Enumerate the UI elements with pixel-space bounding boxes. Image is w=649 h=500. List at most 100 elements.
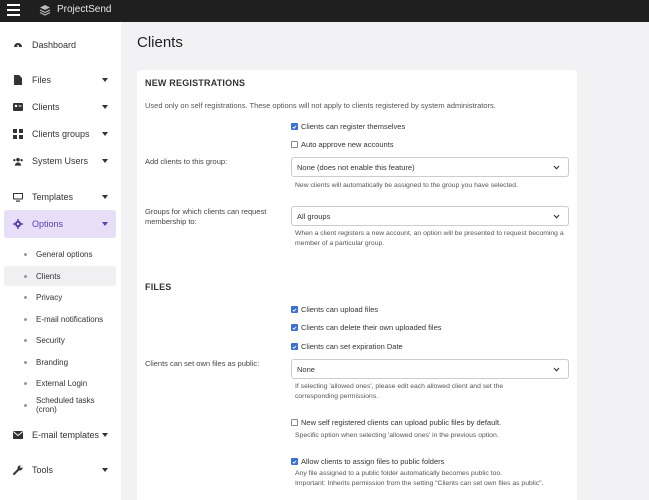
sidebar-subitem-label: External Login	[36, 378, 88, 388]
bullet-icon	[24, 252, 27, 256]
sidebar-item-label: Clients	[32, 102, 60, 112]
sidebar-subitem-email-notifications[interactable]: E-mail notifications	[4, 309, 116, 329]
chevron-down-icon	[102, 132, 108, 136]
bullet-icon	[24, 360, 27, 364]
gear-icon	[13, 219, 23, 229]
checkbox-label: Allow clients to assign files to public …	[301, 457, 445, 466]
sidebar-item-dashboard[interactable]: Dashboard	[4, 33, 116, 57]
sidebar-item-system-users[interactable]: System Users	[4, 149, 116, 173]
checkbox-label: Clients can set expiration Date	[301, 342, 403, 351]
sidebar-subitem-general-options[interactable]: General options	[4, 244, 116, 264]
select-value: None (does not enable this feature)	[297, 162, 415, 172]
help-new-clients-public-uploads: Specific option when selecting 'allowed …	[295, 432, 499, 439]
sidebar-subitem-scheduled-tasks[interactable]: Scheduled tasks (cron)	[4, 395, 116, 415]
top-bar: ProjectSend	[0, 0, 649, 22]
select-value: All groups	[297, 211, 331, 221]
section-title-new-registrations: NEW REGISTRATIONS	[145, 78, 246, 88]
chevron-down-icon	[553, 214, 560, 219]
sidebar-subitem-clients[interactable]: Clients	[4, 266, 116, 286]
select-request-membership[interactable]: All groups	[291, 206, 569, 226]
bullet-icon	[24, 317, 27, 321]
dashboard-icon	[13, 40, 23, 50]
sidebar-item-options[interactable]: Options	[4, 210, 116, 238]
sidebar-item-label: Tools	[32, 465, 54, 475]
sidebar-item-label: Dashboard	[32, 40, 77, 50]
help-assign-public-1: Any file assigned to a public folder aut…	[295, 470, 503, 477]
desktop-icon	[13, 192, 23, 202]
id-card-icon	[13, 102, 23, 112]
checkbox-checked-icon[interactable]	[291, 324, 298, 331]
select-add-clients-group[interactable]: None (does not enable this feature)	[291, 157, 569, 177]
checkbox-checked-icon[interactable]	[291, 343, 298, 350]
chevron-down-icon	[102, 105, 108, 109]
sidebar-item-label: Options	[32, 219, 64, 229]
file-icon	[13, 75, 23, 85]
sidebar-subitem-label: Security	[36, 335, 65, 345]
sidebar-item-label: E-mail templates	[32, 430, 100, 440]
help-assign-public-2: Important: Inherits permission from the …	[295, 480, 544, 487]
menu-toggle-icon[interactable]	[7, 4, 20, 17]
help-files-public: If selecting 'allowed ones', please edit…	[295, 383, 504, 400]
logo-icon	[39, 5, 51, 16]
select-files-public[interactable]: None	[291, 359, 569, 379]
checkbox-unchecked-icon[interactable]	[291, 141, 298, 148]
checkbox-label: New self registered clients can upload p…	[301, 418, 502, 427]
chevron-down-icon	[102, 78, 108, 82]
sidebar-item-clients-groups[interactable]: Clients groups	[4, 122, 116, 146]
sidebar-subitem-privacy[interactable]: Privacy	[4, 287, 116, 307]
checkbox-clients-can-set-expiration[interactable]: Clients can set expiration Date	[291, 342, 403, 351]
checkbox-assign-public-folders[interactable]: Allow clients to assign files to public …	[291, 457, 444, 466]
checkbox-checked-icon[interactable]	[291, 458, 298, 465]
field-label-add-clients-group: Add clients to this group:	[145, 157, 228, 166]
sidebar-item-files[interactable]: Files	[4, 68, 116, 92]
checkbox-label: Clients can register themselves	[301, 122, 406, 131]
checkbox-clients-can-register[interactable]: Clients can register themselves	[291, 122, 405, 131]
app-title: ProjectSend	[57, 4, 112, 15]
help-request-membership: When a client registers a new account, a…	[295, 230, 564, 247]
sidebar-item-email-templates[interactable]: E-mail templates	[4, 423, 116, 447]
sidebar-subitem-label: Privacy	[36, 292, 63, 302]
sidebar-item-label: System Users	[32, 156, 89, 166]
sidebar-subitem-label: Branding	[36, 357, 69, 367]
checkbox-clients-can-delete[interactable]: Clients can delete their own uploaded fi…	[291, 323, 442, 332]
page-title: Clients	[137, 34, 183, 51]
field-label-request-membership: Groups for which clients can request mem…	[145, 207, 267, 226]
sidebar-subitem-security[interactable]: Security	[4, 330, 116, 350]
sidebar-subitem-label: E-mail notifications	[36, 314, 104, 324]
field-label-files-public: Clients can set own files as public:	[145, 359, 260, 368]
sidebar-subitem-branding[interactable]: Branding	[4, 352, 116, 372]
checkbox-label: Clients can delete their own uploaded fi…	[301, 323, 442, 332]
sidebar-item-tools[interactable]: Tools	[4, 458, 116, 482]
sidebar-item-label: Files	[32, 75, 52, 85]
checkbox-label: Auto approve new accounts	[301, 140, 394, 149]
chevron-down-icon	[553, 165, 560, 170]
chevron-down-icon	[102, 433, 108, 437]
sidebar-item-label: Templates	[32, 192, 74, 202]
wrench-icon	[13, 465, 23, 475]
sidebar-item-templates[interactable]: Templates	[4, 185, 116, 209]
checkbox-new-clients-public-uploads[interactable]: New self registered clients can upload p…	[291, 418, 501, 427]
registrations-intro: Used only on self registrations. These o…	[145, 101, 496, 110]
bullet-icon	[24, 338, 27, 342]
help-add-clients-group: New clients will automatically be assign…	[295, 182, 518, 189]
sidebar-item-label: Clients groups	[32, 129, 90, 139]
bullet-icon	[24, 274, 27, 278]
chevron-down-icon	[553, 367, 560, 372]
checkbox-clients-can-upload[interactable]: Clients can upload files	[291, 305, 378, 314]
bullet-icon	[24, 403, 27, 407]
checkbox-checked-icon[interactable]	[291, 306, 298, 313]
bullet-icon	[24, 295, 27, 299]
users-icon	[13, 156, 23, 166]
checkbox-label: Clients can upload files	[301, 305, 379, 314]
checkbox-auto-approve[interactable]: Auto approve new accounts	[291, 140, 394, 149]
chevron-down-icon	[102, 468, 108, 472]
sidebar-subitem-external-login[interactable]: External Login	[4, 373, 116, 393]
chevron-down-icon	[102, 222, 108, 226]
sidebar-item-clients[interactable]: Clients	[4, 95, 116, 119]
checkbox-unchecked-icon[interactable]	[291, 419, 298, 426]
envelope-icon	[13, 430, 23, 440]
grid-icon	[13, 129, 23, 139]
checkbox-checked-icon[interactable]	[291, 123, 298, 130]
chevron-down-icon	[102, 195, 108, 199]
select-value: None	[297, 364, 315, 374]
